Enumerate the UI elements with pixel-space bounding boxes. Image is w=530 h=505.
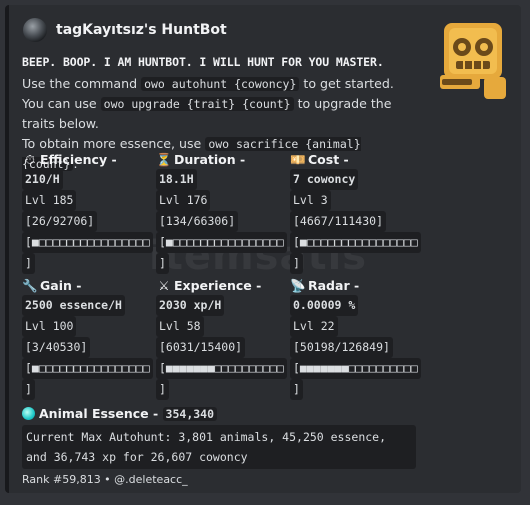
description-text: to get started. bbox=[299, 76, 394, 91]
cash-icon: 💴 bbox=[290, 152, 306, 167]
trait-gain: 🔧 Gain - 2500 essence/H Lvl 100 [3/40530]… bbox=[22, 277, 153, 400]
trait-level: Lvl 58 bbox=[156, 316, 204, 337]
essence-label: Animal Essence bbox=[39, 406, 149, 421]
trait-progress-bar-end: ] bbox=[290, 253, 303, 274]
animal-essence: Animal Essence - 354,340 bbox=[22, 406, 218, 421]
trait-level: Lvl 100 bbox=[22, 316, 77, 337]
trait-value: 210/H bbox=[22, 169, 63, 190]
trait-progress-bar-end: ] bbox=[22, 379, 35, 400]
trait-experience: ⚔ Experience - 2030 xp/H Lvl 58 [6031/154… bbox=[156, 277, 287, 400]
trait-name: Gain bbox=[40, 278, 72, 293]
trait-progress: [26/92706] bbox=[22, 211, 98, 232]
trait-progress-bar: [■□□□□□□□□□□□□□□□□ bbox=[22, 232, 153, 253]
description-text: To obtain more essence, use bbox=[22, 136, 206, 151]
trait-value: 2030 xp/H bbox=[156, 295, 225, 316]
trait-progress-bar-end: ] bbox=[156, 253, 169, 274]
crossed-swords-icon: ⚔ bbox=[158, 278, 170, 293]
satellite-icon: 📡 bbox=[290, 278, 306, 293]
description-text: Use the command bbox=[22, 76, 142, 91]
embed-author: tagKayıtsız's HuntBot bbox=[23, 18, 227, 42]
trait-level: Lvl 185 bbox=[22, 190, 77, 211]
trait-radar: 📡 Radar - 0.00009 % Lvl 22 [50198/126849]… bbox=[290, 277, 421, 400]
hourglass-icon: ⏳ bbox=[156, 152, 172, 167]
trait-progress-bar: [■□□□□□□□□□□□□□□□□ bbox=[156, 232, 287, 253]
trait-progress-bar-end: ] bbox=[22, 253, 35, 274]
trait-progress-bar: [■■■■■■■□□□□□□□□□□ bbox=[156, 358, 287, 379]
trait-progress-bar: [■□□□□□□□□□□□□□□□□ bbox=[290, 232, 421, 253]
huntbot-robot-thumbnail bbox=[440, 23, 506, 99]
max-autohunt-box: Current Max Autohunt: 3,801 animals, 45,… bbox=[22, 425, 416, 469]
headline: BEEP. BOOP. I AM HUNTBOT. I WILL HUNT FO… bbox=[22, 55, 384, 69]
trait-efficiency: ⏱ Efficiency - 210/H Lvl 185 [26/92706] [… bbox=[22, 151, 153, 274]
author-name[interactable]: tagKayıtsız's HuntBot bbox=[56, 22, 227, 38]
trait-progress-bar-end: ] bbox=[290, 379, 303, 400]
max-autohunt-line: Current Max Autohunt: 3,801 animals, 45,… bbox=[26, 430, 387, 444]
trait-name: Radar bbox=[308, 278, 350, 293]
trait-progress: [3/40530] bbox=[22, 337, 91, 358]
trait-level: Lvl 176 bbox=[156, 190, 211, 211]
trait-value: 2500 essence/H bbox=[22, 295, 125, 316]
trait-name: Duration bbox=[174, 152, 236, 167]
essence-value: 354,340 bbox=[162, 407, 218, 421]
trait-value: 18.1H bbox=[156, 169, 197, 190]
trait-level: Lvl 22 bbox=[290, 316, 338, 337]
wrench-icon: 🔧 bbox=[22, 278, 38, 293]
huntbot-embed: tagKayıtsız's HuntBot BEEP. BOOP. I AM H… bbox=[5, 5, 521, 493]
trait-progress: [134/66306] bbox=[156, 211, 239, 232]
trait-duration: ⏳ Duration - 18.1H Lvl 176 [134/66306] [■… bbox=[156, 151, 287, 274]
trait-progress-bar-end: ] bbox=[156, 379, 169, 400]
trait-progress: [4667/111430] bbox=[290, 211, 387, 232]
embed-footer: Rank #59,813 • @.deleteacc_ bbox=[22, 473, 188, 486]
upgrade-command: owo upgrade {trait} {count} bbox=[100, 97, 294, 111]
trait-progress-bar: [■□□□□□□□□□□□□□□□□ bbox=[22, 358, 153, 379]
essence-orb-icon bbox=[22, 407, 35, 420]
avatar[interactable] bbox=[23, 18, 47, 42]
trait-value: 7 cowoncy bbox=[290, 169, 359, 190]
trait-progress: [50198/126849] bbox=[290, 337, 393, 358]
trait-progress-bar: [■■■■■■■□□□□□□□□□□ bbox=[290, 358, 421, 379]
stopwatch-icon: ⏱ bbox=[25, 152, 35, 167]
trait-name: Experience bbox=[174, 278, 252, 293]
trait-name: Efficiency bbox=[40, 152, 108, 167]
description-text: You can use bbox=[22, 96, 101, 111]
autohunt-command: owo autohunt {cowoncy} bbox=[141, 77, 300, 91]
trait-progress: [6031/15400] bbox=[156, 337, 246, 358]
trait-level: Lvl 3 bbox=[290, 190, 331, 211]
trait-name: Cost bbox=[308, 152, 340, 167]
trait-value: 0.00009 % bbox=[290, 295, 359, 316]
trait-cost: 💴 Cost - 7 cowoncy Lvl 3 [4667/111430] [■… bbox=[290, 151, 421, 274]
max-autohunt-line: and 36,743 xp for 26,607 cowoncy bbox=[26, 450, 248, 464]
